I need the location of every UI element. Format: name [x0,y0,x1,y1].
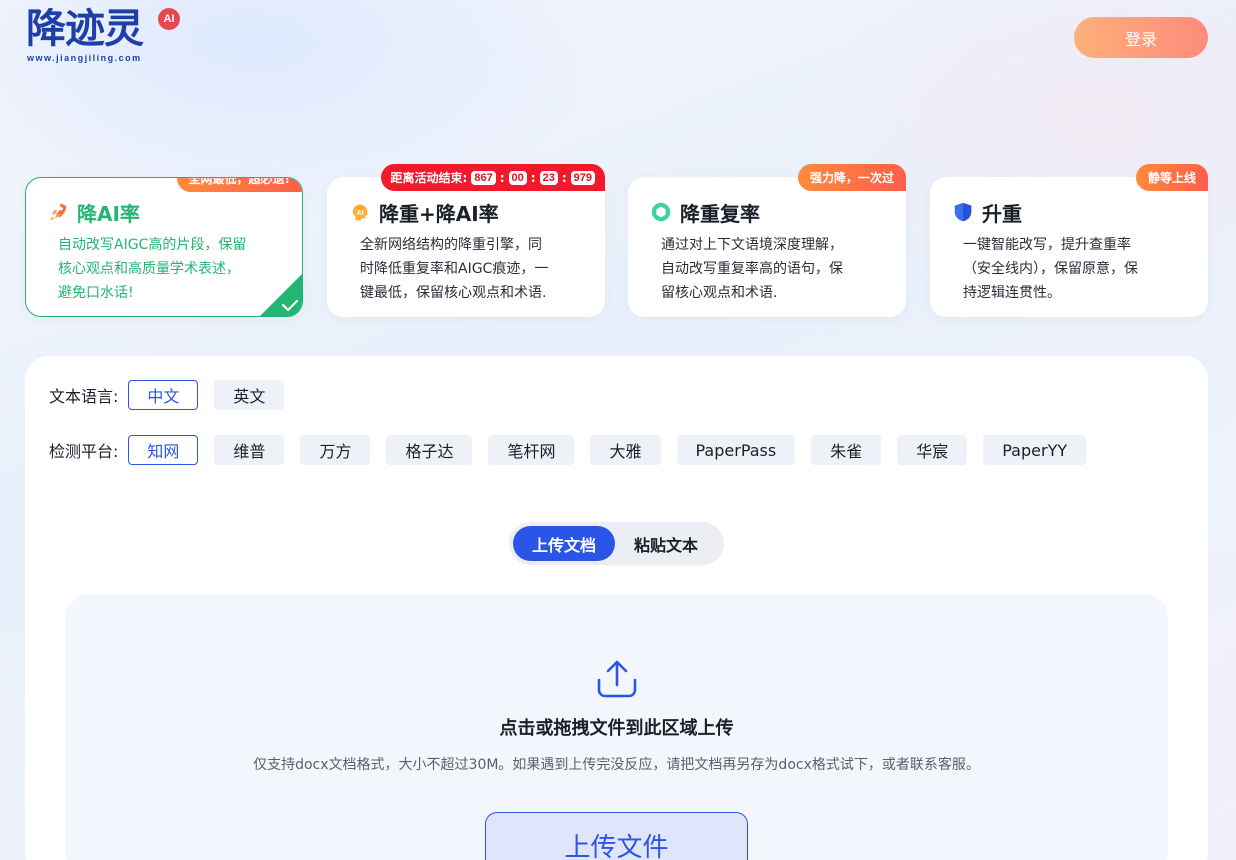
rocket-icon [47,201,69,223]
card-title: 降重+降AI率 [379,201,499,226]
platform-option-daya[interactable]: 大雅 [590,435,661,465]
language-row: 文本语言: 中文 英文 [49,380,300,410]
card-badge: 静等上线 [1135,164,1208,191]
dropzone-subtitle: 仅支持docx文档格式，大小不超过30M。如果遇到上传完没反应，请把文档再另存为… [253,757,980,773]
card-reduce-ai[interactable]: 全网最低，超必退! 降AI率 自动改写AIGC高的片段，保留 核心观点和高质量学… [25,177,303,317]
language-option-english[interactable]: 英文 [214,380,285,410]
language-option-chinese[interactable]: 中文 [128,380,199,410]
card-description: 一键智能改写，提升查重率 （安全线内），保留原意，保 持逻辑连贯性。 [963,237,1138,301]
dropzone-title: 点击或拖拽文件到此区域上传 [499,718,734,739]
timer-hours: 00 [508,170,527,185]
tab-paste-text[interactable]: 粘贴文本 [615,526,717,561]
logo-url: www.jiangjiling.com [27,53,142,63]
card-badge: 强力降，一次过 [797,164,906,191]
logo[interactable]: 降迹灵 AI www.jiangjiling.com [26,4,196,66]
upload-file-button[interactable]: 上传文件 [485,812,748,860]
platform-option-zhuque[interactable]: 朱雀 [811,435,882,465]
platform-option-wanfang[interactable]: 万方 [300,435,371,465]
shield-icon [952,201,974,223]
logo-text: 降迹灵 [26,6,144,52]
timer-days: 867 [471,170,496,185]
platform-option-gezida[interactable]: 格子达 [386,435,473,465]
card-title: 升重 [982,201,1022,226]
platform-label: 检测平台: [49,442,119,461]
svg-text:AI: AI [356,208,363,217]
card-reduce-dup[interactable]: 强力降，一次过 降重复率 通过对上下文语境深度理解， 自动改写重复率高的语句，保… [628,164,906,317]
platform-option-bigan[interactable]: 笔杆网 [488,435,575,465]
upload-icon [597,660,637,698]
card-title: 降AI率 [77,201,140,226]
platform-option-cnki[interactable]: 知网 [128,435,199,465]
platform-row: 检测平台: 知网 维普 万方 格子达 笔杆网 大雅 PaperPass 朱雀 华… [49,435,1102,465]
card-description: 全新网络结构的降重引擎，同 时降低重复率和AIGC痕迹，一 键最低，保留核心观点… [360,237,549,301]
input-mode-tabs: 上传文档 粘贴文本 [509,522,724,565]
card-title: 降重复率 [680,201,760,226]
language-label: 文本语言: [49,387,119,406]
main-panel: 文本语言: 中文 英文 检测平台: 知网 维普 万方 格子达 笔杆网 大雅 Pa… [25,356,1208,860]
check-icon [260,274,302,316]
timer-ms: 979 [570,170,595,185]
logo-ai-badge: AI [158,8,180,30]
login-button[interactable]: 登录 [1074,17,1208,58]
platform-option-paperpass[interactable]: PaperPass [676,435,796,465]
card-description: 自动改写AIGC高的片段，保留 核心观点和高质量学术表述， 避免口水话! [58,237,247,301]
card-description: 通过对上下文语境深度理解， 自动改写重复率高的语句，保 留核心观点和术语. [661,237,843,301]
countdown-badge: 距离活动结束: 867: 00: 23: 979 [380,164,605,191]
platform-option-huachen[interactable]: 华宸 [897,435,968,465]
tab-upload-document[interactable]: 上传文档 [513,526,615,561]
timer-minutes: 23 [539,170,558,185]
card-badge: 全网最低，超必退! [176,178,302,192]
platform-option-weipu[interactable]: 维普 [214,435,285,465]
platform-option-paperyy[interactable]: PaperYY [983,435,1087,465]
card-raise-dup[interactable]: 静等上线 升重 一键智能改写，提升查重率 （安全线内），保留原意，保 持逻辑连贯… [930,164,1208,317]
ai-head-icon: AI [349,201,371,223]
ring-icon [650,201,672,223]
card-reduce-dup-ai[interactable]: 距离活动结束: 867: 00: 23: 979 AI 降重+降AI率 全新网络… [327,164,605,317]
upload-dropzone[interactable]: 点击或拖拽文件到此区域上传 仅支持docx文档格式，大小不超过30M。如果遇到上… [65,594,1168,860]
